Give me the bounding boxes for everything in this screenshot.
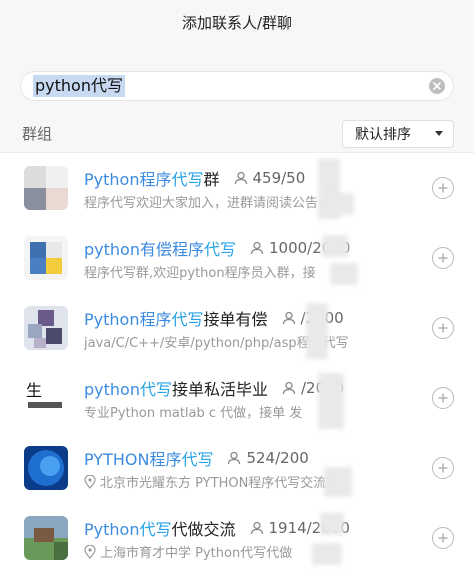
plus-icon	[438, 393, 448, 403]
person-icon	[250, 241, 264, 254]
list-item[interactable]: PYTHON程序代写 524/200 北京市光耀东方 PYTHON程序代写交流群	[0, 433, 474, 503]
group-name: Python程序代写接单有偿	[84, 309, 268, 329]
search-input[interactable]: python代写	[20, 71, 454, 101]
search-area: python代写	[0, 44, 474, 115]
avatar	[24, 446, 68, 490]
group-name: Python代写代做交流	[84, 519, 236, 539]
redaction-mask	[318, 373, 344, 429]
redaction-mask	[330, 193, 354, 215]
group-description: 程序代写群,欢迎python程序员入群，接	[84, 266, 316, 281]
avatar	[24, 516, 68, 560]
add-group-button[interactable]	[432, 317, 454, 339]
window-title: 添加联系人/群聊	[181, 13, 293, 32]
person-icon	[228, 451, 241, 464]
title-bar: 添加联系人/群聊	[0, 0, 474, 44]
location-pin-icon	[84, 544, 96, 559]
person-icon	[250, 521, 263, 534]
result-toolbar: 群组 默认排序	[0, 115, 474, 153]
sort-label: 默认排序	[355, 126, 411, 143]
plus-icon	[438, 253, 448, 263]
member-count: 524/200	[227, 449, 309, 467]
search-query-text: python代写	[33, 75, 125, 97]
redaction-mask	[312, 543, 342, 565]
add-group-button[interactable]	[432, 177, 454, 199]
group-name: python代写接单私活毕业	[84, 379, 268, 399]
list-item[interactable]: python有偿程序代写 1000/2000 程序代写群,欢迎python程序员…	[0, 223, 474, 293]
add-group-button[interactable]	[432, 527, 454, 549]
add-group-button[interactable]	[432, 457, 454, 479]
redaction-mask	[322, 235, 348, 257]
list-item[interactable]: Python程序代写接单有偿 /2000 java/C/C++/安卓/pytho…	[0, 293, 474, 363]
plus-icon	[438, 463, 448, 473]
list-item[interactable]: 生 python代写接单私活毕业 /2000 专业Python matlab c…	[0, 363, 474, 433]
group-description: 北京市光耀东方 PYTHON程序代写交流群	[84, 473, 414, 491]
person-icon	[282, 381, 296, 394]
group-name: python有偿程序代写	[84, 239, 236, 259]
list-item[interactable]: Python代写代做交流 1914/2000 上海市育才中学 Python代写代…	[0, 503, 474, 572]
sort-dropdown[interactable]: 默认排序	[342, 119, 454, 148]
plus-icon	[438, 323, 448, 333]
plus-icon	[438, 533, 448, 543]
redaction-mask	[320, 513, 344, 535]
person-icon	[234, 171, 247, 184]
add-group-button[interactable]	[432, 247, 454, 269]
list-item[interactable]: Python程序代写群 459/50 程序代写欢迎大家加入，进群请阅读公告，	[0, 153, 474, 223]
redaction-mask	[306, 303, 328, 359]
plus-icon	[438, 183, 448, 193]
person-icon	[282, 311, 295, 324]
group-name: Python程序代写群	[84, 169, 220, 189]
add-group-button[interactable]	[432, 387, 454, 409]
group-description: 上海市育才中学 Python代写代做	[84, 543, 414, 561]
group-description: 程序代写欢迎大家加入，进群请阅读公告，	[84, 196, 332, 211]
add-contact-window: 添加联系人/群聊 python代写 群组 默认排序 Python程序代写群 45…	[0, 0, 474, 572]
member-count: 459/50	[234, 169, 305, 187]
result-list: Python程序代写群 459/50 程序代写欢迎大家加入，进群请阅读公告， p…	[0, 153, 474, 572]
redaction-mask	[330, 263, 358, 285]
chevron-down-icon	[435, 131, 443, 136]
group-description: 专业Python matlab c 代做，接单 发	[84, 406, 303, 421]
avatar	[24, 306, 68, 350]
group-description: java/C/C++/安卓/python/php/asp程序代写	[84, 336, 349, 351]
avatar: 生	[24, 376, 68, 420]
tab-groups[interactable]: 群组	[22, 123, 52, 144]
redaction-mask	[324, 467, 352, 497]
clear-search-icon[interactable]	[429, 78, 445, 94]
avatar	[24, 166, 68, 210]
avatar	[24, 236, 68, 280]
group-name: PYTHON程序代写	[84, 449, 214, 469]
svg-text:生: 生	[26, 381, 42, 400]
location-pin-icon	[84, 474, 96, 489]
